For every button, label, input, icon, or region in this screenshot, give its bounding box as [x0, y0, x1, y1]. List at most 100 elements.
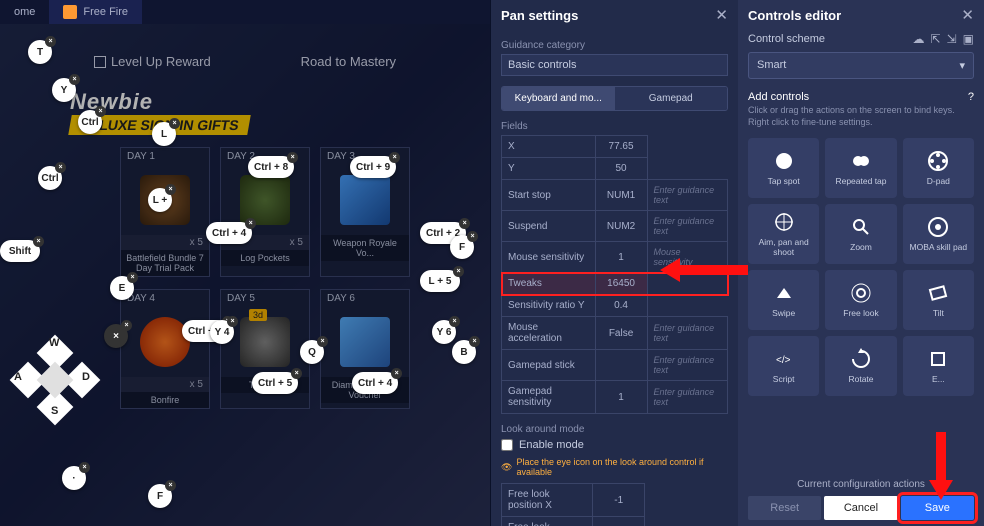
- free-look-y-input[interactable]: -1: [593, 517, 645, 526]
- tab-home[interactable]: ome: [0, 6, 49, 18]
- script-icon: </>: [773, 348, 795, 370]
- pan-title: Pan settings: [501, 8, 578, 23]
- key-bubble[interactable]: B×: [452, 340, 476, 364]
- key-bubble[interactable]: Ctrl×: [78, 110, 102, 134]
- export-icon[interactable]: ⇱: [931, 32, 941, 46]
- guidance-category-input[interactable]: [501, 54, 728, 76]
- control-card-moba-skill-pad[interactable]: MOBA skill pad: [903, 204, 974, 264]
- level-up-reward[interactable]: Level Up Reward: [94, 54, 211, 69]
- field-value-input[interactable]: 16450: [595, 273, 647, 295]
- control-card-tap-spot[interactable]: Tap spot: [748, 138, 819, 198]
- control-card-rotate[interactable]: Rotate: [825, 336, 896, 396]
- control-card-swipe[interactable]: Swipe: [748, 270, 819, 330]
- remove-key-icon[interactable]: ×: [449, 316, 460, 327]
- field-value-input[interactable]: 0.4: [595, 295, 647, 317]
- freelook-table: Free look position X-1 Free look positio…: [501, 483, 728, 526]
- moba-skill-pad-icon: [927, 216, 949, 238]
- toggle-gamepad[interactable]: Gamepad: [615, 87, 728, 110]
- key-bubble[interactable]: Ctrl + 4×: [206, 222, 252, 244]
- key-bubble[interactable]: L×: [152, 122, 176, 146]
- control-card-aim-pan-and-shoot[interactable]: Aim, pan and shoot: [748, 204, 819, 264]
- dpad-control[interactable]: W S A D: [15, 340, 95, 420]
- field-value-input[interactable]: NUM1: [595, 180, 647, 211]
- remove-key-icon[interactable]: ×: [33, 236, 44, 247]
- key-bubble[interactable]: F×: [450, 235, 474, 259]
- key-bubble[interactable]: L +×: [148, 188, 172, 212]
- key-bubble[interactable]: E×: [110, 276, 134, 300]
- remove-key-icon[interactable]: ×: [79, 462, 90, 473]
- remove-key-icon[interactable]: ×: [127, 272, 138, 283]
- key-bubble[interactable]: Ctrl×: [38, 166, 62, 190]
- field-value-input[interactable]: [595, 350, 647, 381]
- d-pad-icon: [927, 150, 949, 172]
- control-card-e-[interactable]: E...: [903, 336, 974, 396]
- field-value-input[interactable]: 77.65: [595, 136, 647, 158]
- control-card-script[interactable]: </>Script: [748, 336, 819, 396]
- key-bubble[interactable]: ·×: [62, 466, 86, 490]
- key-bubble[interactable]: Ctrl + 8×: [248, 156, 294, 178]
- key-bubble[interactable]: Shift×: [0, 240, 40, 262]
- key-bubble[interactable]: F×: [148, 484, 172, 508]
- scheme-dropdown[interactable]: Smart ▾: [748, 52, 974, 79]
- remove-key-icon[interactable]: ×: [169, 118, 180, 129]
- field-row-x: X77.65: [502, 136, 728, 158]
- tab-freefire[interactable]: Free Fire: [49, 0, 142, 24]
- remove-key-icon[interactable]: ×: [453, 266, 464, 277]
- cancel-button[interactable]: Cancel: [824, 496, 897, 520]
- toggle-keyboard-mouse[interactable]: Keyboard and mo...: [502, 87, 615, 110]
- close-icon[interactable]: ✕: [961, 6, 974, 24]
- key-bubble[interactable]: T×: [28, 40, 52, 64]
- key-bubble[interactable]: Ctrl + 4×: [352, 372, 398, 394]
- svg-text:</>: </>: [776, 355, 791, 366]
- remove-key-icon[interactable]: ×: [95, 106, 106, 117]
- import-icon[interactable]: ⇲: [947, 32, 957, 46]
- close-icon[interactable]: ✕: [715, 6, 728, 24]
- enable-mode-checkbox[interactable]: [501, 439, 513, 451]
- remove-key-icon[interactable]: ×: [45, 36, 56, 47]
- day-card-1[interactable]: DAY 1 x 5 Battlefield Bundle 7 Day Trial…: [120, 147, 210, 277]
- remove-key-icon[interactable]: ×: [69, 74, 80, 85]
- field-row-gamepad-stick: Gamepad stickEnter guidance text: [502, 350, 728, 381]
- key-bubble[interactable]: Q×: [300, 340, 324, 364]
- cloud-icon[interactable]: ☁: [913, 32, 925, 46]
- key-bubble[interactable]: Ctrl + 9×: [350, 156, 396, 178]
- annotation-arrow-tweaks: [660, 255, 750, 285]
- key-bubble[interactable]: ××: [104, 324, 128, 348]
- field-value-input[interactable]: 1: [595, 242, 647, 273]
- field-value-input[interactable]: 1: [595, 381, 647, 414]
- help-icon[interactable]: ?: [968, 91, 974, 103]
- add-controls-hint: Click or drag the actions on the screen …: [748, 105, 974, 128]
- remove-key-icon[interactable]: ×: [165, 184, 176, 195]
- remove-key-icon[interactable]: ×: [317, 336, 328, 347]
- key-bubble[interactable]: Y 4×: [210, 320, 234, 344]
- control-card-d-pad[interactable]: D-pad: [903, 138, 974, 198]
- free-look-x-input[interactable]: -1: [593, 484, 645, 517]
- control-card-tilt[interactable]: Tilt: [903, 270, 974, 330]
- remove-key-icon[interactable]: ×: [227, 316, 238, 327]
- tab-freefire-label: Free Fire: [83, 6, 128, 18]
- remove-key-icon[interactable]: ×: [165, 480, 176, 491]
- control-card-free-look[interactable]: Free look: [825, 270, 896, 330]
- remove-key-icon[interactable]: ×: [469, 336, 480, 347]
- reset-button[interactable]: Reset: [748, 496, 821, 520]
- field-value-input[interactable]: 50: [595, 158, 647, 180]
- key-bubble[interactable]: Y×: [52, 78, 76, 102]
- road-to-mastery[interactable]: Road to Mastery: [301, 54, 396, 69]
- control-card-zoom[interactable]: Zoom: [825, 204, 896, 264]
- key-bubble[interactable]: Ctrl + 5×: [252, 372, 298, 394]
- remove-key-icon[interactable]: ×: [55, 162, 66, 173]
- day-card-4[interactable]: DAY 4 x 5 Bonfire: [120, 289, 210, 409]
- field-row-y: Y50: [502, 158, 728, 180]
- field-value-input[interactable]: NUM2: [595, 211, 647, 242]
- key-bubble[interactable]: Y 6×: [432, 320, 456, 344]
- freefire-icon: [63, 5, 77, 19]
- rotate-icon: [850, 348, 872, 370]
- aim-pan-and-shoot-icon: [773, 211, 795, 233]
- remove-key-icon[interactable]: ×: [121, 320, 132, 331]
- key-bubble[interactable]: L + 5×: [420, 270, 460, 292]
- folder-icon[interactable]: ▣: [963, 32, 974, 46]
- remove-key-icon[interactable]: ×: [467, 231, 478, 242]
- tilt-icon: [927, 282, 949, 304]
- control-card-repeated-tap[interactable]: Repeated tap: [825, 138, 896, 198]
- field-value-input[interactable]: False: [595, 317, 647, 350]
